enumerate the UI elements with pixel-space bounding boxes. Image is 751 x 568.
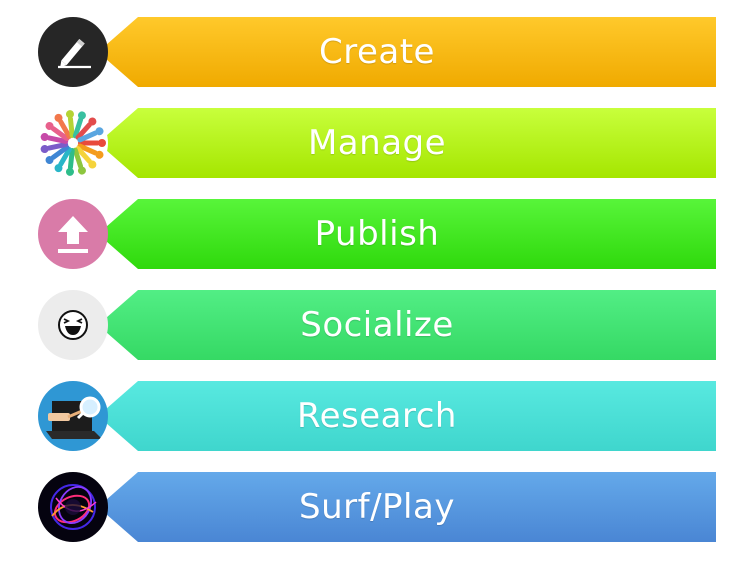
light-swirl-icon: [50, 484, 97, 530]
laughing-emoji-icon: [58, 310, 88, 340]
publish-icon-circle: [38, 199, 108, 269]
manage-icon-circle: [38, 108, 108, 178]
row-research: Research: [38, 381, 718, 453]
manage-label: Manage: [307, 123, 447, 163]
socialize-label: Socialize: [300, 305, 454, 345]
research-icon-circle: [38, 381, 108, 451]
create-icon-circle: [38, 17, 108, 87]
publish-label: Publish: [314, 214, 440, 254]
row-socialize: Socialize: [38, 290, 718, 362]
row-surf-play: Surf/Play: [38, 472, 718, 544]
research-label: Research: [297, 396, 457, 436]
manage-bar: Manage: [98, 108, 716, 178]
row-manage: Manage: [38, 108, 718, 180]
row-create: Create: [38, 17, 718, 89]
create-label: Create: [319, 32, 435, 72]
socialize-icon-circle: [38, 290, 108, 360]
surf-play-icon-circle: [38, 472, 108, 542]
people-circle-icon: [40, 110, 106, 176]
create-bar: Create: [98, 17, 716, 87]
magnifier-laptop-icon: [46, 396, 102, 439]
upload-icon: [58, 216, 88, 253]
surf-play-bar: Surf/Play: [98, 472, 716, 542]
surf-play-label: Surf/Play: [299, 487, 455, 527]
socialize-bar: Socialize: [98, 290, 716, 360]
publish-bar: Publish: [98, 199, 716, 269]
research-bar: Research: [98, 381, 716, 451]
row-publish: Publish: [38, 199, 718, 271]
pen-icon: [58, 39, 91, 69]
